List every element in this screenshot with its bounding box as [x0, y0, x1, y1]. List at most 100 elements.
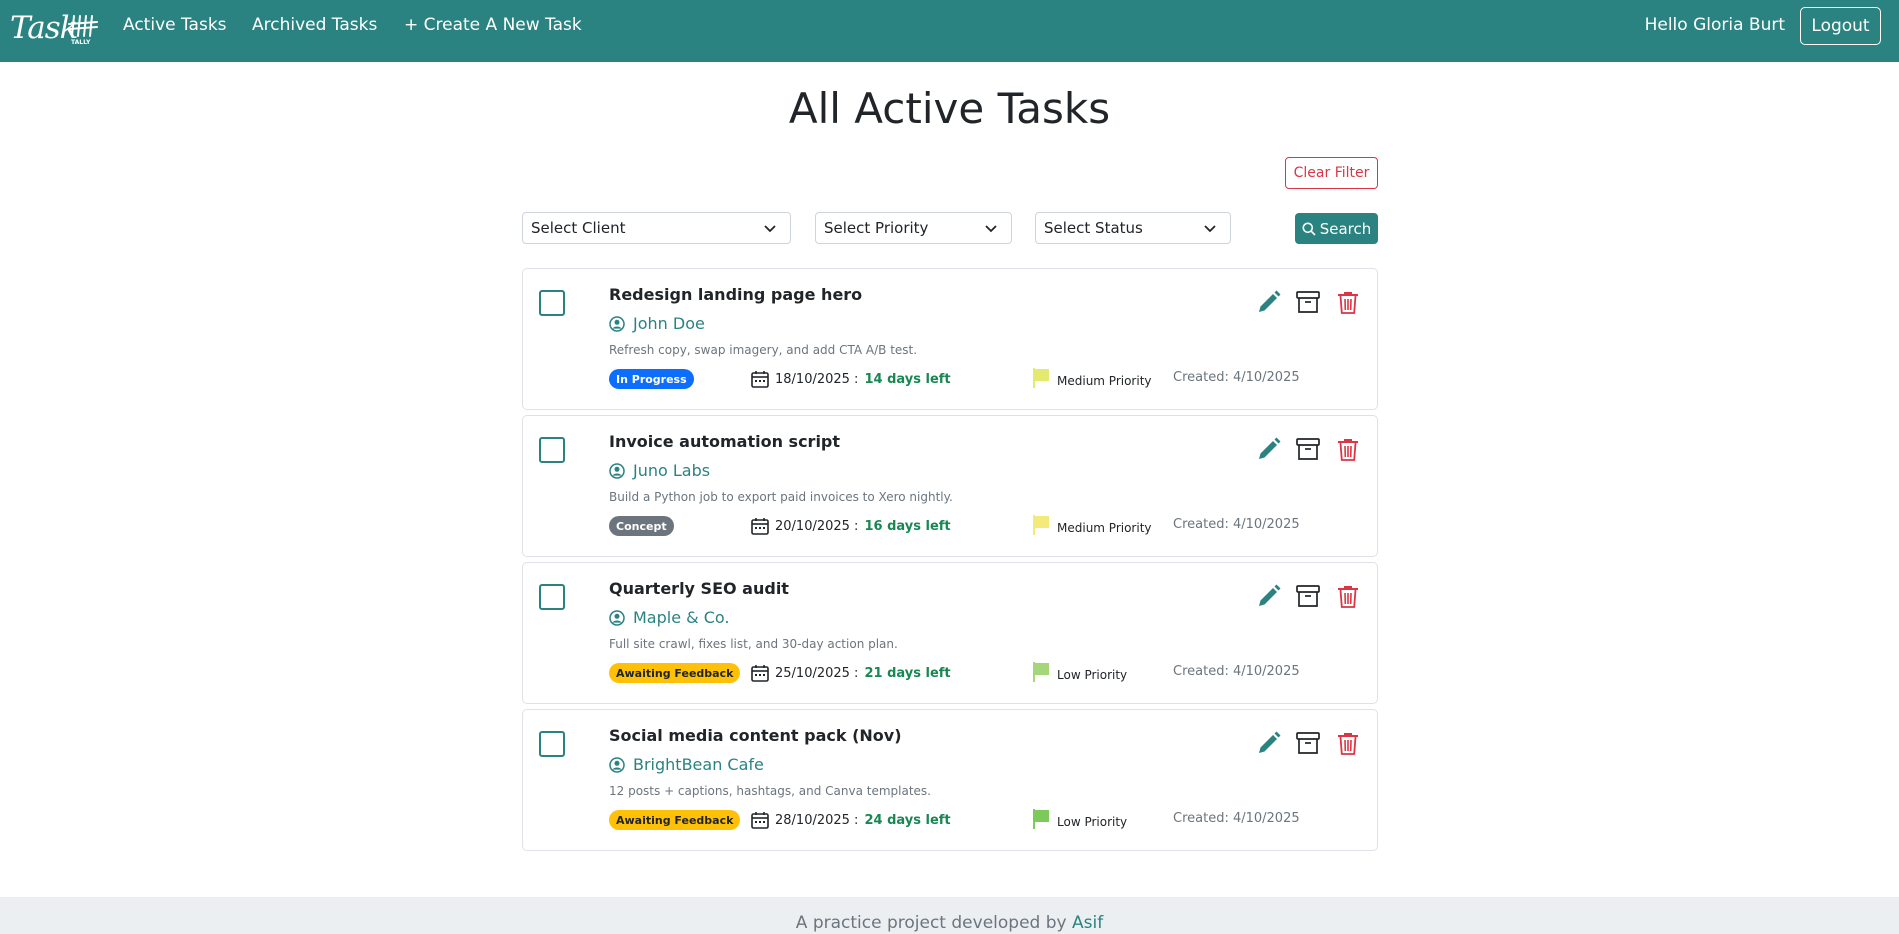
user-circle-icon [609, 609, 625, 626]
status-badge: Awaiting Feedback [609, 663, 741, 683]
task-card: Redesign landing page hero John Doe Refr… [522, 268, 1378, 410]
nav-archived-tasks[interactable]: Archived Tasks [252, 15, 377, 35]
task-title: Social media content pack (Nov) [609, 726, 902, 745]
task-client[interactable]: John Doe [609, 314, 705, 333]
task-client-name: John Doe [633, 314, 705, 333]
calendar-icon [751, 518, 769, 535]
task-client[interactable]: BrightBean Cafe [609, 755, 764, 774]
task-title: Invoice automation script [609, 432, 841, 451]
pencil-icon [1259, 290, 1281, 312]
status-select[interactable]: Select Status [1035, 212, 1231, 244]
search-icon [1302, 222, 1316, 236]
task-checkbox[interactable] [539, 731, 565, 757]
task-card: Social media content pack (Nov) BrightBe… [522, 709, 1378, 851]
task-checkbox[interactable] [539, 584, 565, 610]
delete-button[interactable] [1335, 730, 1361, 756]
task-created-date: Created: 4/10/2025 [1173, 664, 1300, 679]
delete-button[interactable] [1335, 436, 1361, 462]
task-due-date: 28/10/2025 : [775, 812, 859, 828]
trash-icon [1338, 586, 1358, 608]
priority-select[interactable]: Select Priority [815, 212, 1012, 244]
trash-icon [1338, 292, 1358, 314]
task-priority-label: Medium Priority [1057, 374, 1152, 388]
task-checkbox[interactable] [539, 437, 565, 463]
user-circle-icon [609, 756, 625, 773]
task-client-name: Maple & Co. [633, 608, 730, 627]
task-days-left: 14 days left [864, 371, 951, 387]
task-client[interactable]: Juno Labs [609, 461, 710, 480]
brand-sub: TALLY [71, 39, 91, 46]
chevron-down-icon [1204, 225, 1216, 233]
chevron-down-icon [985, 225, 997, 233]
task-created-date: Created: 4/10/2025 [1173, 811, 1300, 826]
nav-active-tasks[interactable]: Active Tasks [123, 15, 227, 35]
page-title: All Active Tasks [788, 84, 1111, 133]
chevron-down-icon [764, 225, 776, 233]
calendar-icon [751, 812, 769, 829]
task-due: 28/10/2025 : 24 days left [751, 811, 951, 829]
brand-logo[interactable]: Task TALLY [10, 10, 98, 50]
delete-button[interactable] [1335, 289, 1361, 315]
archive-box-icon [1296, 291, 1320, 313]
user-circle-icon [609, 315, 625, 332]
task-created-date: Created: 4/10/2025 [1173, 517, 1300, 532]
task-created-date: Created: 4/10/2025 [1173, 370, 1300, 385]
footer: A practice project developed by Asif [0, 897, 1899, 934]
archive-box-icon [1296, 585, 1320, 607]
task-priority: Medium Priority [1033, 515, 1152, 535]
client-select[interactable]: Select Client [522, 212, 791, 244]
archive-button[interactable] [1295, 289, 1321, 315]
edit-button[interactable] [1256, 730, 1282, 756]
task-days-left: 21 days left [864, 665, 951, 681]
edit-button[interactable] [1256, 436, 1282, 462]
footer-author-link[interactable]: Asif [1072, 913, 1103, 933]
task-client-name: Juno Labs [633, 461, 711, 480]
footer-credit: A practice project developed by [795, 913, 1067, 933]
clear-filter-button[interactable]: Clear Filter [1285, 157, 1378, 189]
task-days-left: 24 days left [864, 812, 951, 828]
task-due-date: 18/10/2025 : [775, 371, 859, 387]
task-description: Build a Python job to export paid invoic… [609, 490, 953, 504]
edit-button[interactable] [1256, 289, 1282, 315]
pencil-icon [1259, 584, 1281, 606]
task-client[interactable]: Maple & Co. [609, 608, 729, 627]
task-title: Quarterly SEO audit [609, 579, 789, 598]
navbar: Task TALLY Active Tasks Archived Tasks +… [0, 0, 1899, 62]
task-priority: Low Priority [1033, 662, 1127, 682]
task-description: 12 posts + captions, hashtags, and Canva… [609, 784, 931, 798]
trash-icon [1338, 733, 1358, 755]
task-title: Redesign landing page hero [609, 285, 863, 304]
status-select-value: Select Status [1044, 219, 1143, 237]
tally-marks-icon [68, 15, 98, 37]
archive-button[interactable] [1295, 583, 1321, 609]
task-checkbox[interactable] [539, 290, 565, 316]
task-priority-label: Medium Priority [1057, 521, 1152, 535]
archive-button[interactable] [1295, 730, 1321, 756]
task-description: Refresh copy, swap imagery, and add CTA … [609, 343, 918, 357]
task-due: 25/10/2025 : 21 days left [751, 664, 951, 682]
task-days-left: 16 days left [864, 518, 951, 534]
archive-box-icon [1296, 732, 1320, 754]
delete-button[interactable] [1335, 583, 1361, 609]
nav-create-task[interactable]: + Create A New Task [404, 15, 582, 35]
status-badge: Concept [609, 516, 674, 536]
archive-button[interactable] [1295, 436, 1321, 462]
user-greeting: Hello Gloria Burt [1644, 15, 1785, 35]
task-description: Full site crawl, fixes list, and 30-day … [609, 637, 898, 651]
flag-icon [1033, 515, 1049, 535]
logout-button[interactable]: Logout [1800, 7, 1881, 45]
calendar-icon [751, 371, 769, 388]
task-client-name: BrightBean Cafe [633, 755, 764, 774]
trash-icon [1338, 439, 1358, 461]
flag-icon [1033, 809, 1049, 829]
status-badge: Awaiting Feedback [609, 810, 741, 830]
footer-text: A practice project developed by Asif [0, 913, 1899, 933]
search-button[interactable]: Search [1295, 213, 1378, 244]
task-due-date: 20/10/2025 : [775, 518, 859, 534]
edit-button[interactable] [1256, 583, 1282, 609]
task-priority: Low Priority [1033, 809, 1127, 829]
flag-icon [1033, 368, 1049, 388]
calendar-icon [751, 665, 769, 682]
pencil-icon [1259, 731, 1281, 753]
archive-box-icon [1296, 438, 1320, 460]
